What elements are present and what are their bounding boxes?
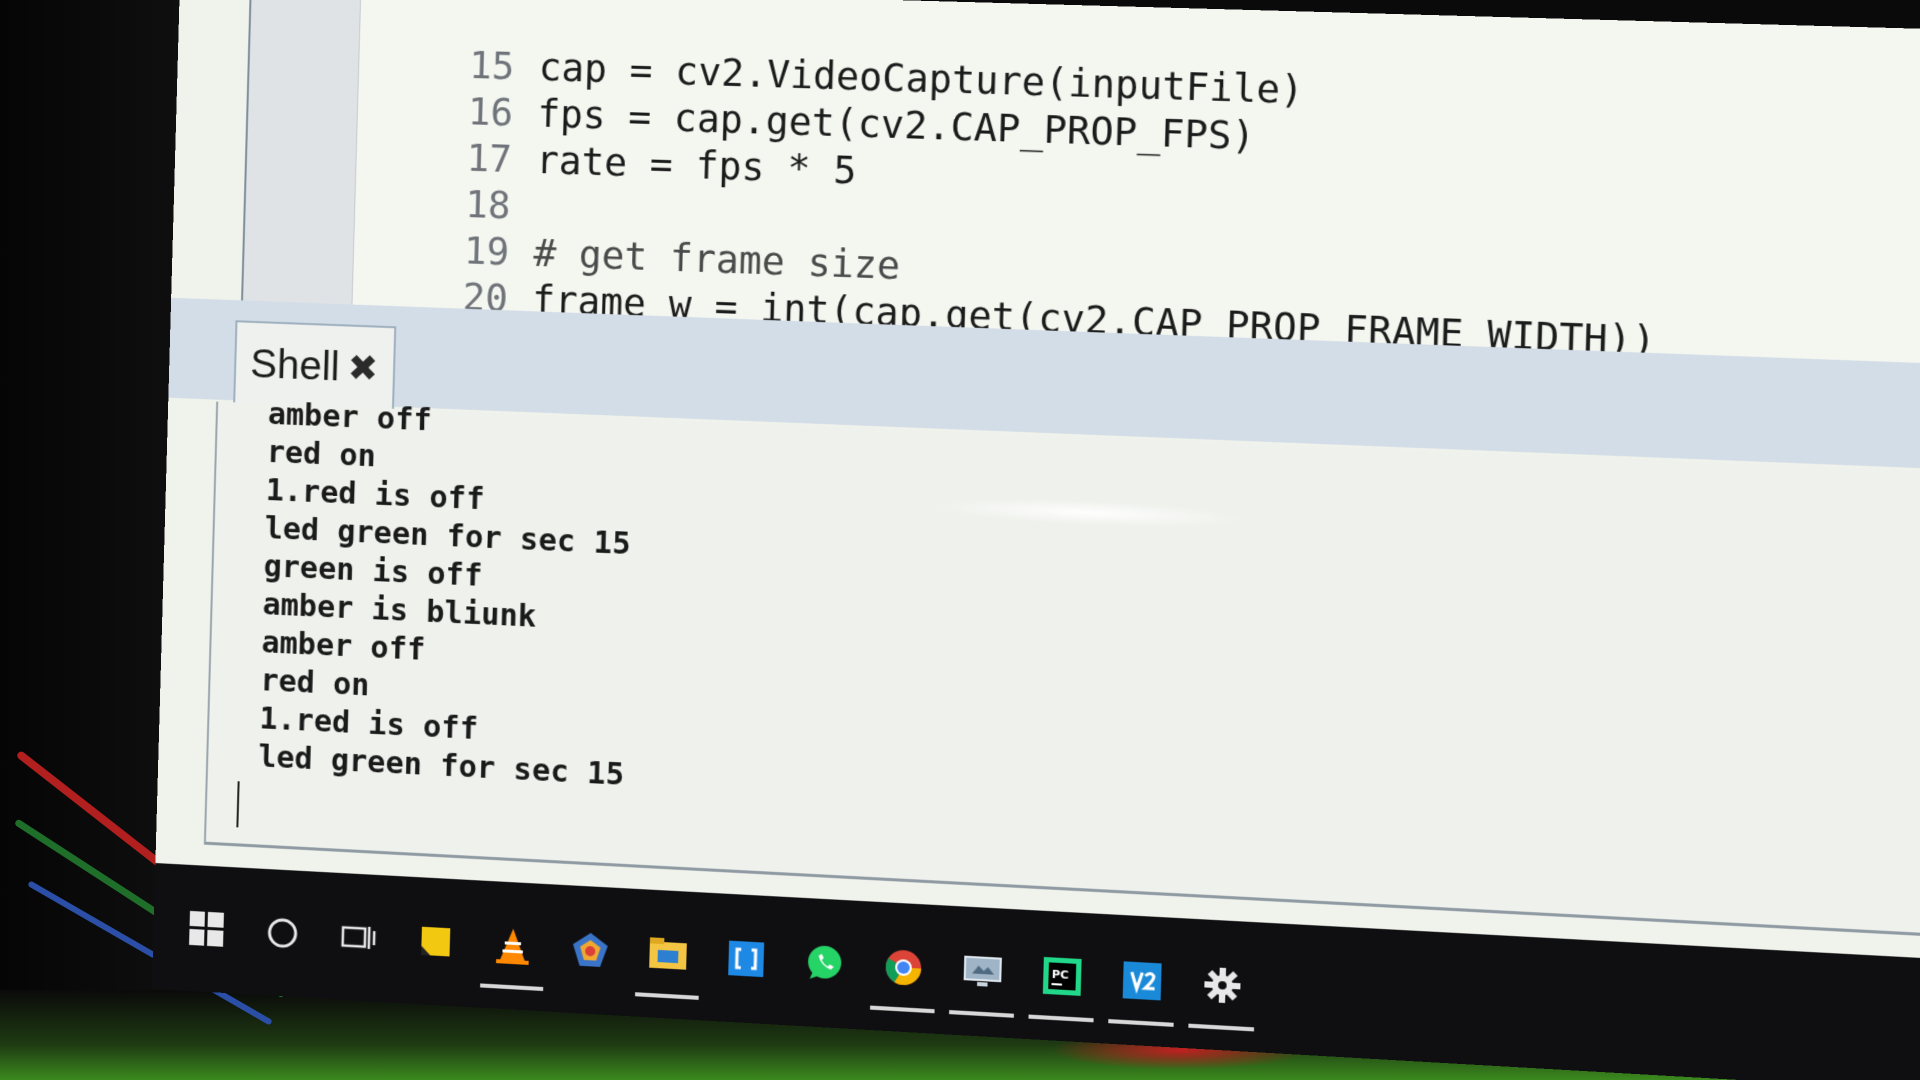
- taskbar-bracket-app[interactable]: [707, 919, 785, 998]
- pentagon-app-icon: [569, 929, 611, 972]
- taskbar-remote-desktop[interactable]: [943, 932, 1022, 1012]
- file-explorer-icon: [647, 935, 689, 974]
- tab-shell-label: Shell: [249, 341, 341, 389]
- start-button[interactable]: [169, 890, 245, 968]
- taskbar-pentagon-app[interactable]: [551, 911, 629, 990]
- bracket-app-icon: [727, 940, 765, 979]
- taskbar-sticky-notes[interactable]: [397, 902, 474, 981]
- pycharm-icon: PC: [1041, 955, 1084, 998]
- taskbar-file-explorer[interactable]: [629, 915, 707, 994]
- svg-text:PC: PC: [1052, 968, 1069, 982]
- vlc-icon: [492, 925, 534, 968]
- windows-start-icon: [189, 910, 224, 947]
- taskbar-chrome[interactable]: [864, 928, 943, 1008]
- taskbar-vs-code[interactable]: [1102, 941, 1182, 1021]
- task-view-button[interactable]: [321, 898, 398, 976]
- remote-desktop-icon: [961, 952, 1004, 991]
- shell-output-line: led green for sec 15: [257, 739, 625, 793]
- sticky-notes-icon: [418, 924, 453, 960]
- photo-scene: 15 cap = cv2.VideoCapture(inputFile) 16 fp…: [0, 0, 1920, 1080]
- text-cursor[interactable]: [236, 781, 240, 828]
- taskbar-whatsapp[interactable]: [785, 923, 864, 1003]
- settings-gear-icon: [1201, 964, 1245, 1008]
- vs-code-icon: [1120, 959, 1163, 1002]
- shell-output-line: red on: [266, 434, 377, 475]
- shell-output-line: red on: [260, 663, 370, 704]
- taskbar-pycharm[interactable]: PC: [1022, 936, 1102, 1016]
- search-button[interactable]: [244, 894, 320, 972]
- chrome-icon: [882, 946, 925, 989]
- close-icon[interactable]: ✖: [347, 347, 379, 390]
- monitor-screen: 15 cap = cv2.VideoCapture(inputFile) 16 fp…: [151, 0, 1920, 1080]
- task-view-icon: [340, 919, 377, 955]
- taskbar-vlc[interactable]: [474, 907, 551, 986]
- whatsapp-icon: [803, 942, 846, 985]
- taskbar-settings[interactable]: [1182, 945, 1263, 1026]
- shell-output-line: amber off: [267, 396, 433, 439]
- shell-console[interactable]: amber off red on 1.red is off led green …: [203, 397, 1920, 944]
- search-circle-icon: [265, 915, 300, 951]
- screen-glare: [929, 493, 1246, 532]
